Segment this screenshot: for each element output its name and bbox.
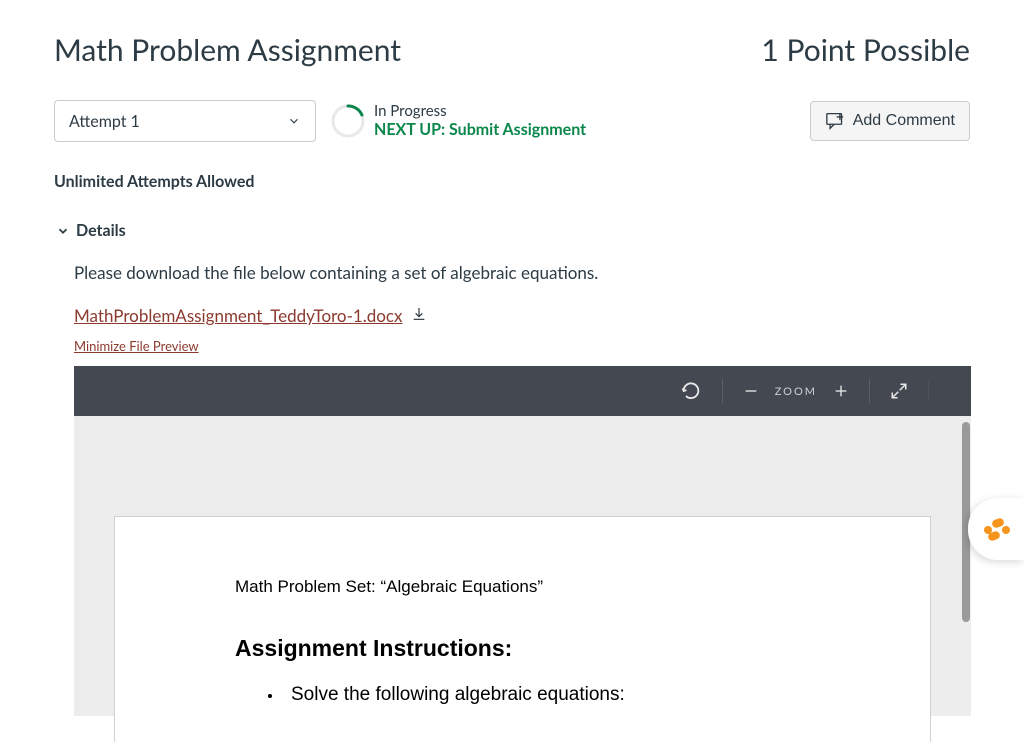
progress-status: In Progress	[374, 102, 586, 120]
document-bullet: Solve the following algebraic equations:	[283, 684, 810, 706]
zoom-in-button[interactable]	[827, 377, 855, 405]
attempts-note: Unlimited Attempts Allowed	[54, 172, 970, 191]
fullscreen-button[interactable]	[884, 376, 914, 406]
rotate-icon	[680, 380, 702, 402]
zoom-out-button[interactable]	[737, 377, 765, 405]
help-widget-button[interactable]	[968, 498, 1024, 560]
document-title: Math Problem Set: “Algebraic Equations”	[235, 577, 810, 597]
plus-icon	[833, 383, 849, 399]
expand-icon	[890, 382, 908, 400]
download-icon[interactable]	[411, 306, 427, 326]
chevron-down-icon	[287, 114, 301, 128]
progress-spinner-icon	[330, 103, 366, 139]
points-possible: 1 Point Possible	[761, 32, 970, 68]
page-title: Math Problem Assignment	[54, 32, 401, 68]
comment-icon	[825, 112, 845, 130]
preview-scrollbar[interactable]	[959, 416, 971, 716]
progress-next: NEXT UP: Submit Assignment	[374, 120, 586, 141]
attempt-select-value: Attempt 1	[69, 112, 140, 131]
rotate-button[interactable]	[674, 374, 708, 408]
document-heading: Assignment Instructions:	[235, 635, 810, 662]
file-preview: ZOOM Math Problem Set: “Alg	[74, 366, 971, 716]
preview-body[interactable]: Math Problem Set: “Algebraic Equations” …	[74, 416, 971, 716]
add-comment-label: Add Comment	[853, 112, 955, 130]
minus-icon	[743, 383, 759, 399]
minimize-preview-link[interactable]: Minimize File Preview	[74, 338, 199, 354]
add-comment-button[interactable]: Add Comment	[810, 101, 970, 141]
chevron-down-icon	[56, 224, 70, 238]
help-widget-icon	[982, 515, 1010, 543]
details-label: Details	[76, 221, 126, 240]
details-toggle[interactable]: Details	[56, 221, 970, 240]
document-page: Math Problem Set: “Algebraic Equations” …	[114, 516, 931, 742]
zoom-label: ZOOM	[765, 385, 827, 398]
attachment-link[interactable]: MathProblemAssignment_TeddyToro-1.docx	[74, 305, 403, 326]
details-description: Please download the file below containin…	[74, 262, 970, 283]
attempt-select[interactable]: Attempt 1	[54, 100, 316, 142]
preview-toolbar: ZOOM	[74, 366, 971, 416]
